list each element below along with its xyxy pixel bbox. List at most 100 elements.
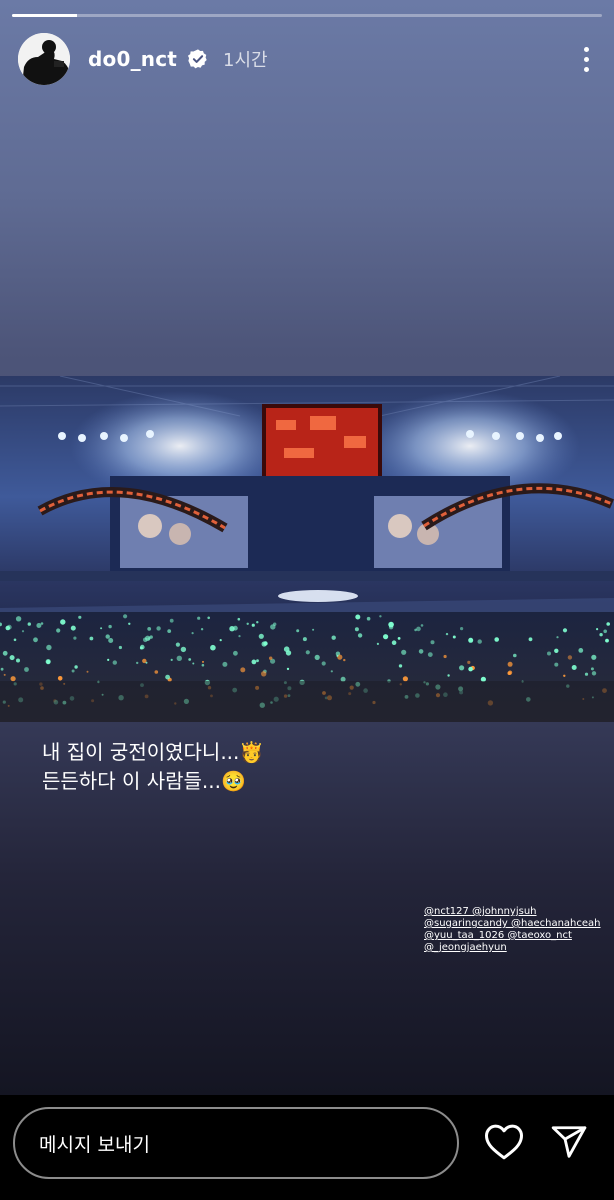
lightstick-dot — [554, 662, 559, 667]
lightstick-dot — [467, 660, 471, 664]
lightstick-dot — [556, 636, 559, 639]
lightstick-dot — [6, 624, 12, 630]
lightstick-dot — [9, 655, 15, 661]
more-options-icon[interactable] — [576, 42, 596, 76]
lightstick-dot — [15, 616, 22, 622]
lightstick-dot — [603, 629, 607, 634]
lightstick-dot — [430, 640, 435, 645]
avatar[interactable] — [18, 33, 70, 85]
lightstick-dot — [397, 637, 401, 640]
lightstick-dot — [246, 622, 249, 625]
lightstick-dot — [170, 658, 173, 661]
lightstick-dot — [2, 650, 8, 656]
send-icon[interactable] — [550, 1123, 588, 1161]
mention-line[interactable]: @nct127 @johnnyjsuh — [424, 906, 601, 918]
caption-line-2: 든든하다 이 사람들...🥹 — [42, 769, 246, 793]
heart-icon[interactable] — [484, 1123, 524, 1161]
lightstick-dot — [269, 656, 273, 660]
lightstick-dot — [108, 638, 114, 643]
lightstick-dot — [296, 629, 300, 633]
lightstick-dot — [118, 645, 122, 650]
lightstick-dot — [383, 634, 389, 640]
lightstick-dot — [10, 676, 16, 682]
lightstick-dot — [285, 650, 292, 656]
lightstick-dot — [605, 638, 609, 643]
lightstick-dot — [376, 642, 379, 645]
lightstick-dot — [513, 653, 517, 658]
lightstick-dot — [468, 637, 474, 643]
lightstick-dot — [591, 654, 597, 660]
lightstick-dot — [459, 665, 465, 671]
lightstick-dot — [219, 639, 222, 642]
lightstick-dot — [258, 633, 264, 639]
lightstick-dot — [175, 642, 180, 647]
lightstick-dot — [418, 649, 424, 654]
lightstick-dot — [192, 662, 195, 665]
lightstick-dot — [420, 624, 424, 627]
lightstick-dot — [56, 628, 61, 633]
lightstick-dot — [233, 650, 238, 656]
lightstick-dot — [107, 658, 110, 661]
lightstick-dot — [599, 633, 603, 637]
lightstick-dot — [477, 639, 482, 644]
lightstick-dot — [312, 628, 315, 631]
lightstick-dot — [452, 635, 456, 639]
lightstick-dot — [391, 640, 397, 645]
lightstick-dot — [46, 644, 52, 651]
lightstick-dot — [200, 628, 204, 631]
lightstick-dot — [100, 627, 103, 630]
lightstick-dot — [366, 616, 371, 621]
lightstick-dot — [261, 671, 267, 677]
story-progress-bar — [12, 14, 602, 17]
post-timestamp: 1시간 — [223, 50, 268, 71]
lightstick-dot — [571, 665, 577, 670]
lightstick-dot — [468, 666, 473, 672]
lightstick-dot — [13, 638, 17, 642]
lightstick-dot — [210, 644, 216, 651]
lightstick-dot — [57, 676, 63, 681]
lightstick-dot — [401, 649, 407, 655]
lightstick-dot — [343, 658, 346, 662]
lightstick-dot — [354, 627, 359, 632]
mention-line[interactable]: @yuu_taa_1026 @taeoxo_nct — [424, 930, 601, 942]
story-caption: 내 집이 궁전이였다니...🫅 든든하다 이 사람들...🥹 — [42, 738, 264, 796]
lightstick-dot — [330, 670, 333, 673]
lightstick-dot — [251, 623, 255, 627]
lightstick-dot — [256, 659, 259, 663]
lightstick-dot — [89, 636, 94, 641]
message-placeholder: 메시지 보내기 — [39, 1133, 150, 1156]
lightstick-dot — [112, 660, 118, 665]
send-message-input[interactable]: 메시지 보내기 — [13, 1107, 459, 1179]
lightstick-dot — [305, 650, 310, 655]
avatar-photo — [18, 33, 70, 85]
lightstick-dot — [202, 660, 204, 663]
lightstick-dot — [596, 628, 599, 631]
caption-line-1: 내 집이 궁전이였다니...🫅 — [42, 740, 265, 764]
lightstick-dot — [562, 628, 568, 633]
lightstick-dot — [336, 654, 339, 657]
lightstick-dot — [27, 622, 31, 626]
lightstick-dot — [154, 670, 159, 674]
lightstick-dot — [233, 625, 238, 631]
mention-line[interactable]: @_jeongjaehyun — [424, 942, 601, 954]
lightstick-dot — [222, 661, 228, 667]
lightstick-dot — [584, 672, 589, 676]
lightstick-dot — [3, 673, 6, 676]
lightstick-dot — [123, 614, 128, 619]
lightstick-dot — [16, 658, 20, 663]
mention-line[interactable]: @sugaringcandy @haechanahceah — [424, 918, 601, 930]
lightstick-dot — [567, 655, 573, 660]
lightstick-dot — [256, 621, 259, 624]
lightstick-dot — [191, 632, 194, 635]
lightstick-dot — [445, 632, 449, 636]
concert-photo — [0, 376, 614, 722]
lightstick-dot — [145, 661, 148, 664]
lightstick-dot — [207, 616, 210, 620]
lightstick-dot — [105, 634, 110, 639]
lightstick-dot — [286, 667, 290, 671]
lightstick-dot — [169, 618, 174, 623]
lightstick-dot — [606, 622, 610, 626]
story-viewer[interactable]: do0_nct 1시간 내 집이 궁전이였다니...🫅 든든하다 이 사람들..… — [0, 0, 614, 1095]
username[interactable]: do0_nct — [88, 47, 177, 71]
lightstick-dot — [188, 658, 192, 661]
